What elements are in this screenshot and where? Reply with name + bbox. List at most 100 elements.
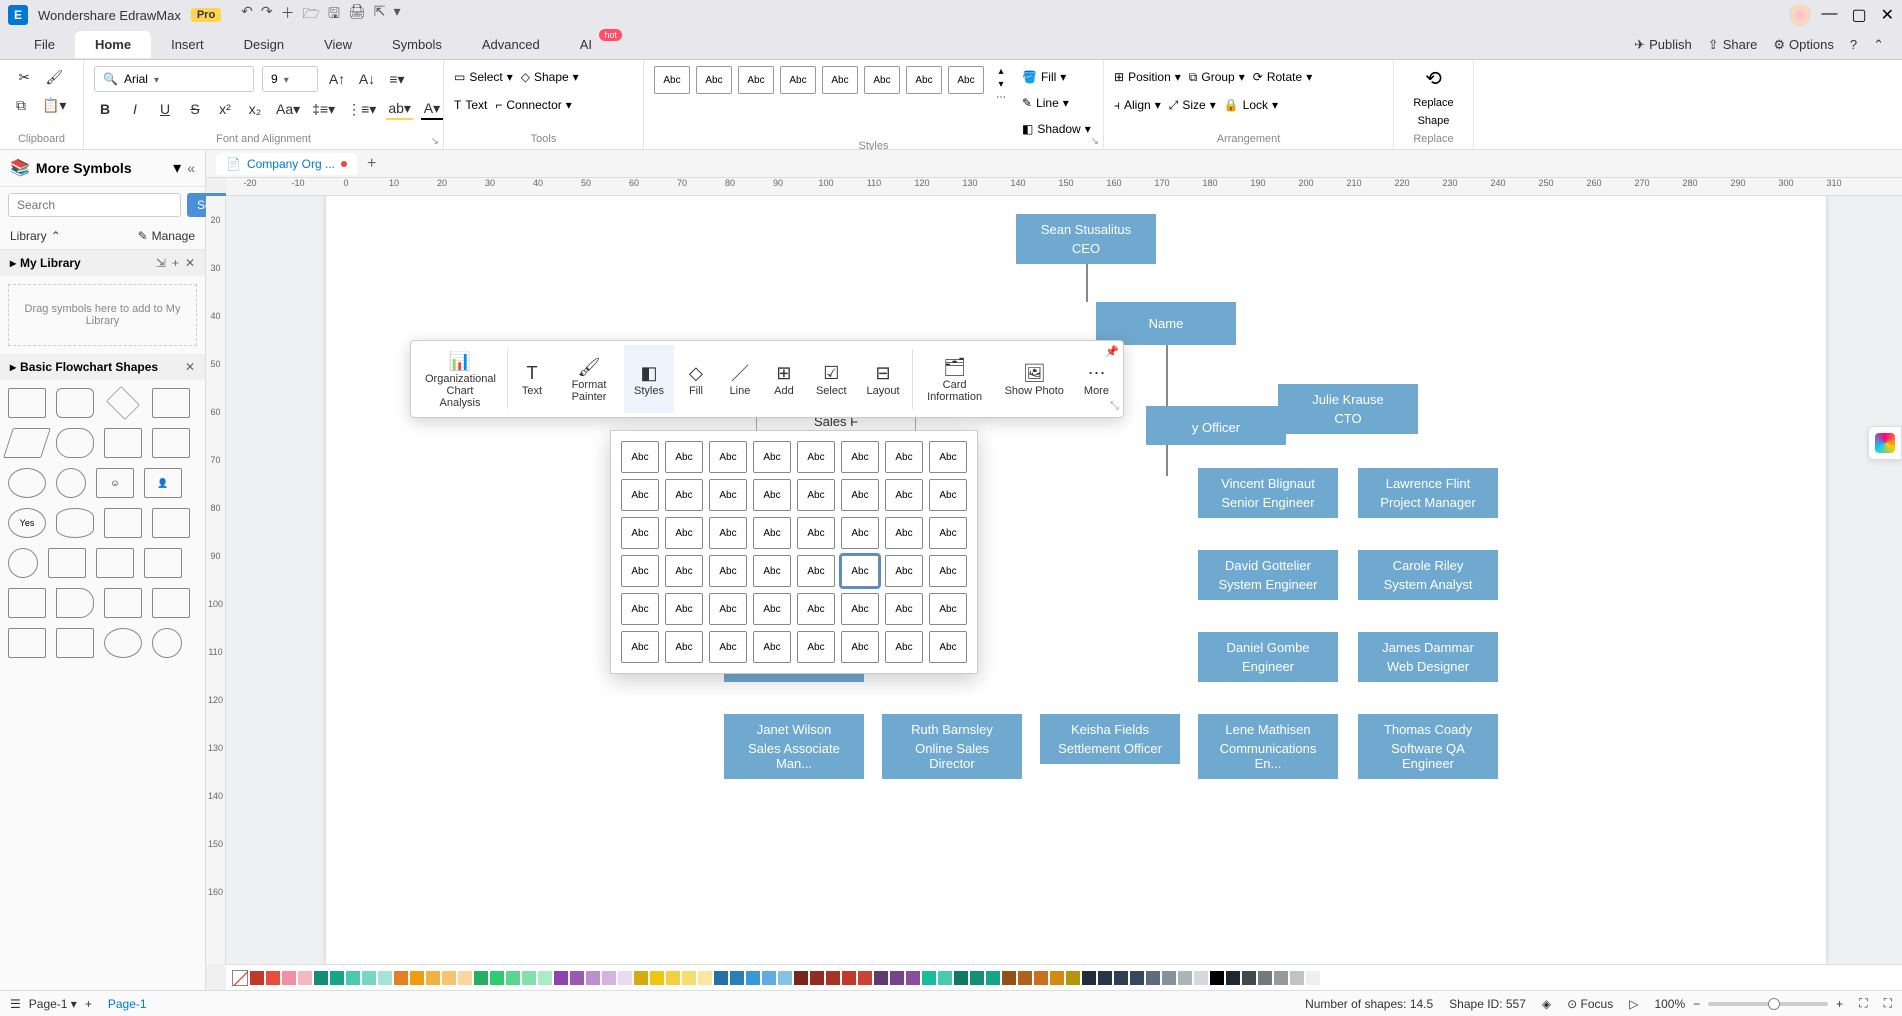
rotate-button[interactable]: ⟳ Rotate▾: [1253, 66, 1312, 88]
outline-view-button[interactable]: ☰: [10, 997, 21, 1011]
color-swatch[interactable]: [618, 971, 632, 985]
shape-process[interactable]: [8, 388, 46, 418]
style-preset[interactable]: Abc: [841, 441, 879, 473]
org-card[interactable]: Vincent Blignaut Senior Engineer: [1198, 468, 1338, 518]
canvas[interactable]: Sean Stusalitus CEO Name Sales F y Offic…: [226, 196, 1902, 964]
gallery-more[interactable]: ⋯: [996, 92, 1006, 103]
color-swatch[interactable]: [314, 971, 328, 985]
style-preset[interactable]: Abc: [654, 66, 690, 94]
style-preset[interactable]: Abc: [709, 441, 747, 473]
menu-ai[interactable]: AI hot: [560, 31, 612, 58]
ctx-layout[interactable]: ⊟Layout: [857, 345, 910, 413]
color-swatch[interactable]: [346, 971, 360, 985]
color-swatch[interactable]: [538, 971, 552, 985]
list-button[interactable]: ⋮≡▾: [345, 98, 378, 120]
font-launcher[interactable]: ↘: [431, 136, 439, 147]
menu-design[interactable]: Design: [224, 31, 304, 58]
menu-advanced[interactable]: Advanced: [462, 31, 560, 58]
org-card[interactable]: Ruth Barnsley Online Sales Director: [882, 714, 1022, 779]
color-swatch[interactable]: [954, 971, 968, 985]
color-swatch[interactable]: [810, 971, 824, 985]
shape-decision[interactable]: [106, 386, 140, 420]
color-swatch[interactable]: [298, 971, 312, 985]
shape-ellipse2[interactable]: [104, 628, 142, 658]
new-tab-button[interactable]: +: [367, 155, 376, 173]
shape-actor[interactable]: ☺: [96, 468, 134, 498]
style-preset[interactable]: Abc: [929, 555, 967, 587]
style-preset[interactable]: Abc: [753, 479, 791, 511]
symbol-search-input[interactable]: [8, 193, 181, 217]
style-preset[interactable]: Abc: [797, 441, 835, 473]
color-swatch[interactable]: [1226, 971, 1240, 985]
zoom-slider[interactable]: [1708, 1002, 1828, 1006]
shape-circle2[interactable]: [152, 628, 182, 658]
color-swatch[interactable]: [986, 971, 1000, 985]
shape-document[interactable]: [152, 388, 190, 418]
shape-circle[interactable]: [56, 468, 86, 498]
org-card[interactable]: Keisha Fields Settlement Officer: [1040, 714, 1180, 764]
sidebar-dropdown[interactable]: ▾: [173, 158, 181, 178]
style-preset[interactable]: Abc: [709, 631, 747, 663]
shape-tool[interactable]: ◇ Shape ▾: [521, 66, 579, 88]
shape-hex[interactable]: [104, 588, 142, 618]
color-swatch[interactable]: [858, 971, 872, 985]
shape-database[interactable]: [56, 508, 94, 538]
style-preset[interactable]: Abc: [621, 441, 659, 473]
color-swatch[interactable]: [634, 971, 648, 985]
color-swatch[interactable]: [778, 971, 792, 985]
lock-button[interactable]: 🔒 Lock▾: [1224, 94, 1278, 116]
style-preset[interactable]: Abc: [753, 555, 791, 587]
style-preset[interactable]: Abc: [841, 555, 879, 587]
style-preset[interactable]: Abc: [665, 631, 703, 663]
style-preset[interactable]: Abc: [753, 441, 791, 473]
style-preset[interactable]: Abc: [841, 479, 879, 511]
color-swatch[interactable]: [698, 971, 712, 985]
style-preset[interactable]: Abc: [929, 593, 967, 625]
align-button[interactable]: ⫞ Align▾: [1114, 94, 1161, 116]
color-swatch[interactable]: [1194, 971, 1208, 985]
org-card[interactable]: Daniel Gombe Engineer: [1198, 632, 1338, 682]
save-button[interactable]: 🖫: [328, 3, 340, 27]
style-preset[interactable]: Abc: [753, 631, 791, 663]
italic-button[interactable]: I: [124, 98, 146, 120]
focus-button[interactable]: ⊙ Focus: [1567, 997, 1613, 1011]
color-swatch[interactable]: [602, 971, 616, 985]
bold-button[interactable]: B: [94, 98, 116, 120]
style-preset[interactable]: Abc: [621, 631, 659, 663]
color-swatch[interactable]: [554, 971, 568, 985]
color-swatch[interactable]: [394, 971, 408, 985]
shape-subprocess[interactable]: [152, 428, 190, 458]
color-swatch[interactable]: [266, 971, 280, 985]
style-preset[interactable]: Abc: [709, 517, 747, 549]
style-preset[interactable]: Abc: [665, 479, 703, 511]
org-card[interactable]: Janet Wilson Sales Associate Man...: [724, 714, 864, 779]
case-button[interactable]: Aa▾: [274, 98, 302, 120]
strike-button[interactable]: S: [184, 98, 206, 120]
style-preset[interactable]: Abc: [621, 555, 659, 587]
gallery-up[interactable]: ▴: [998, 66, 1003, 77]
color-swatch[interactable]: [1178, 971, 1192, 985]
user-avatar[interactable]: [1789, 4, 1811, 26]
shape-connector-circle[interactable]: [8, 548, 38, 578]
color-swatch[interactable]: [1002, 971, 1016, 985]
color-swatch[interactable]: [410, 971, 424, 985]
style-preset[interactable]: Abc: [665, 517, 703, 549]
color-swatch[interactable]: [1066, 971, 1080, 985]
fullscreen-button[interactable]: ⛶: [1884, 996, 1892, 1011]
color-swatch[interactable]: [1018, 971, 1032, 985]
undo-button[interactable]: ↶: [241, 3, 253, 27]
style-preset[interactable]: Abc: [929, 479, 967, 511]
org-card[interactable]: James Dammar Web Designer: [1358, 632, 1498, 682]
page-surface[interactable]: Sean Stusalitus CEO Name Sales F y Offic…: [326, 196, 1826, 964]
color-swatch[interactable]: [762, 971, 776, 985]
line-spacing-button[interactable]: ‡≡▾: [310, 98, 337, 120]
style-preset[interactable]: Abc: [738, 66, 774, 94]
style-preset[interactable]: Abc: [665, 555, 703, 587]
style-preset[interactable]: Abc: [864, 66, 900, 94]
color-swatch[interactable]: [874, 971, 888, 985]
color-swatch[interactable]: [330, 971, 344, 985]
color-swatch[interactable]: [1242, 971, 1256, 985]
shape-manual[interactable]: [96, 548, 134, 578]
color-swatch[interactable]: [1050, 971, 1064, 985]
style-preset[interactable]: Abc: [797, 555, 835, 587]
